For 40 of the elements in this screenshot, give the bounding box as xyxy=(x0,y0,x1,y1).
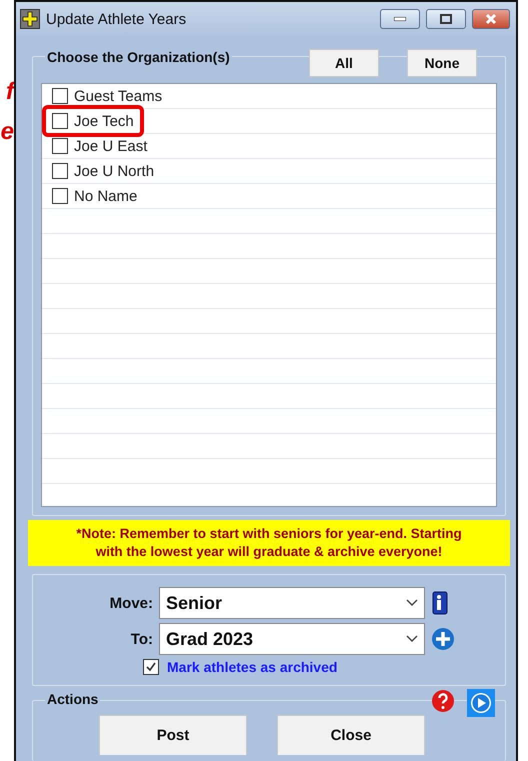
organization-name: Joe U North xyxy=(74,162,154,180)
close-button[interactable] xyxy=(472,9,510,29)
archive-label: Mark athletes as archived xyxy=(167,659,338,675)
check-mark-icon xyxy=(145,661,157,673)
close-dialog-button[interactable]: Close xyxy=(277,715,425,755)
note-text: *Note: Remember to start with seniors for year-end. Starting xyxy=(76,525,462,543)
checkbox[interactable] xyxy=(52,88,68,104)
post-button[interactable]: Post xyxy=(99,715,247,755)
select-none-button[interactable]: None xyxy=(407,49,477,77)
checkbox[interactable] xyxy=(52,163,68,179)
move-dropdown[interactable]: Senior xyxy=(159,587,425,619)
add-icon[interactable] xyxy=(431,627,455,651)
checkbox[interactable] xyxy=(52,188,68,204)
book-icon[interactable] xyxy=(431,590,449,616)
minimize-button[interactable] xyxy=(380,9,420,29)
dropdown-caret-icon[interactable] xyxy=(406,599,418,607)
minimize-icon xyxy=(394,17,406,21)
move-label: Move: xyxy=(108,594,153,612)
checkbox[interactable] xyxy=(52,113,68,129)
maximize-button[interactable] xyxy=(426,9,466,29)
note-text: with the lowest year will graduate & archive everyone! xyxy=(96,543,442,561)
close-icon xyxy=(485,13,497,25)
window-title: Update Athlete Years xyxy=(46,10,188,28)
checkbox[interactable] xyxy=(52,138,68,154)
dropdown-caret-icon[interactable] xyxy=(406,635,418,643)
play-icon[interactable] xyxy=(467,689,495,717)
app-icon xyxy=(20,9,40,29)
organization-name: Guest Teams xyxy=(74,88,162,104)
help-icon[interactable] xyxy=(431,689,455,713)
organization-name: No Name xyxy=(74,188,138,204)
annotation-text: e xyxy=(0,118,14,146)
maximize-icon xyxy=(440,14,452,24)
group-title: Actions xyxy=(45,691,100,707)
group-title: Choose the Organization(s) xyxy=(45,49,232,65)
checkbox[interactable] xyxy=(143,659,159,675)
select-all-button[interactable]: All xyxy=(309,49,379,77)
to-label: To: xyxy=(130,630,153,648)
organization-name: Joe Tech xyxy=(74,112,134,130)
organization-name: Joe U East xyxy=(74,138,148,154)
to-dropdown[interactable]: Grad 2023 xyxy=(159,623,425,655)
